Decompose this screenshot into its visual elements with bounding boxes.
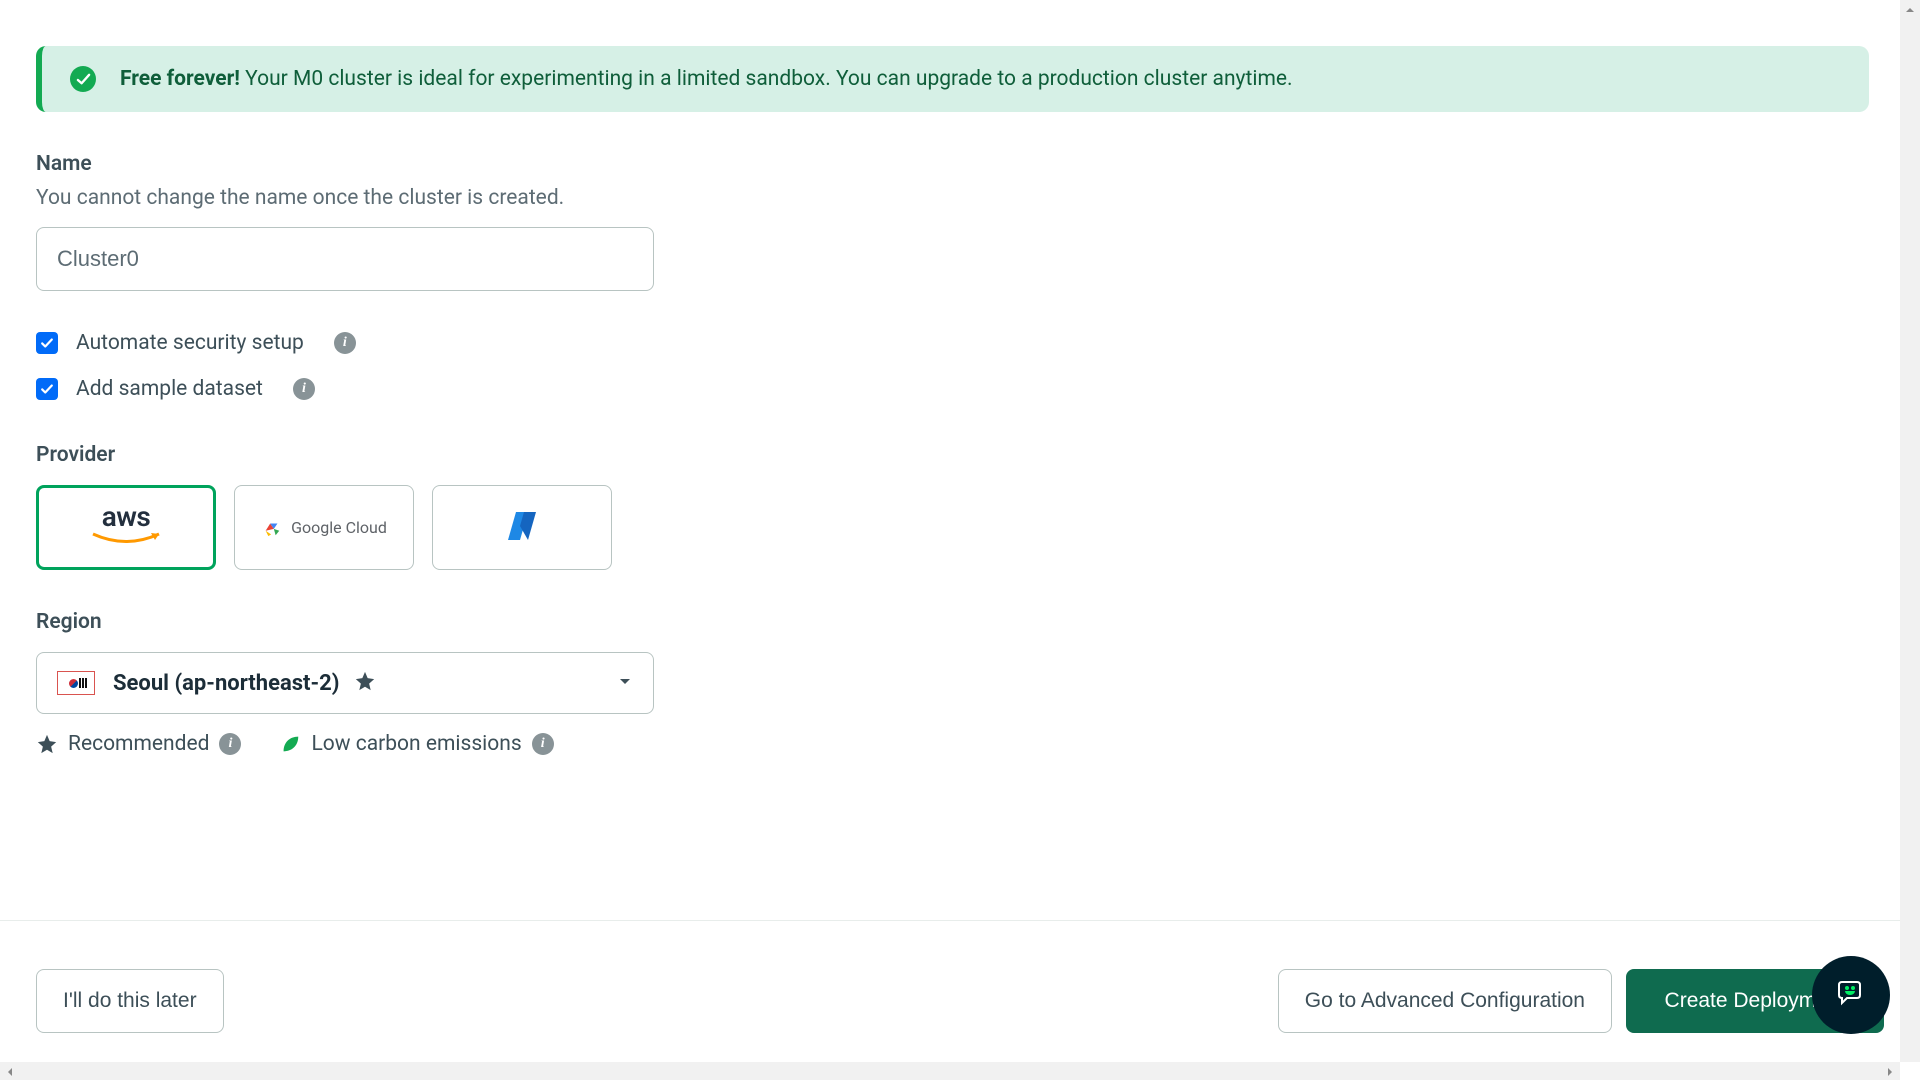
scroll-left-arrow-icon[interactable] xyxy=(0,1062,20,1080)
name-label: Name xyxy=(36,152,1869,176)
info-icon[interactable]: i xyxy=(293,378,315,400)
chevron-down-icon xyxy=(617,673,633,693)
google-cloud-logo-icon: Google Cloud xyxy=(261,518,387,538)
vertical-scrollbar[interactable] xyxy=(1900,0,1920,1062)
leaf-icon xyxy=(279,733,301,755)
provider-aws[interactable]: aws xyxy=(36,485,216,570)
scroll-right-arrow-icon[interactable] xyxy=(1880,1062,1900,1080)
info-icon[interactable]: i xyxy=(334,332,356,354)
free-forever-banner: Free forever! Your M0 cluster is ideal f… xyxy=(36,46,1869,112)
region-value: Seoul (ap-northeast-2) xyxy=(113,671,340,696)
advanced-config-button[interactable]: Go to Advanced Configuration xyxy=(1278,969,1612,1033)
chat-fab[interactable] xyxy=(1812,956,1890,1034)
banner-text: Free forever! Your M0 cluster is ideal f… xyxy=(120,67,1293,91)
scroll-up-arrow-icon[interactable] xyxy=(1900,0,1920,20)
aws-logo-icon: aws xyxy=(91,504,161,551)
azure-logo-icon xyxy=(502,506,542,550)
automate-security-label: Automate security setup xyxy=(76,331,304,355)
horizontal-scrollbar[interactable] xyxy=(0,1062,1900,1080)
automate-security-checkbox[interactable] xyxy=(36,332,58,354)
chat-icon xyxy=(1833,977,1869,1013)
korea-flag-icon xyxy=(57,671,95,695)
region-label: Region xyxy=(36,610,1869,634)
name-sublabel: You cannot change the name once the clus… xyxy=(36,184,596,213)
do-this-later-button[interactable]: I'll do this later xyxy=(36,969,224,1033)
provider-azure[interactable] xyxy=(432,485,612,570)
add-sample-dataset-label: Add sample dataset xyxy=(76,377,263,401)
provider-google-cloud[interactable]: Google Cloud xyxy=(234,485,414,570)
star-icon xyxy=(354,670,376,696)
info-icon[interactable]: i xyxy=(532,733,554,755)
legend-low-carbon: Low carbon emissions i xyxy=(279,732,553,756)
check-icon xyxy=(70,66,96,92)
info-icon[interactable]: i xyxy=(219,733,241,755)
legend-recommended: Recommended i xyxy=(36,732,241,756)
footer-bar: I'll do this later Go to Advanced Config… xyxy=(0,920,1920,1080)
region-select[interactable]: Seoul (ap-northeast-2) xyxy=(36,652,654,714)
star-icon xyxy=(36,733,58,755)
add-sample-dataset-checkbox[interactable] xyxy=(36,378,58,400)
cluster-name-input[interactable] xyxy=(36,227,654,291)
provider-label: Provider xyxy=(36,443,1869,467)
